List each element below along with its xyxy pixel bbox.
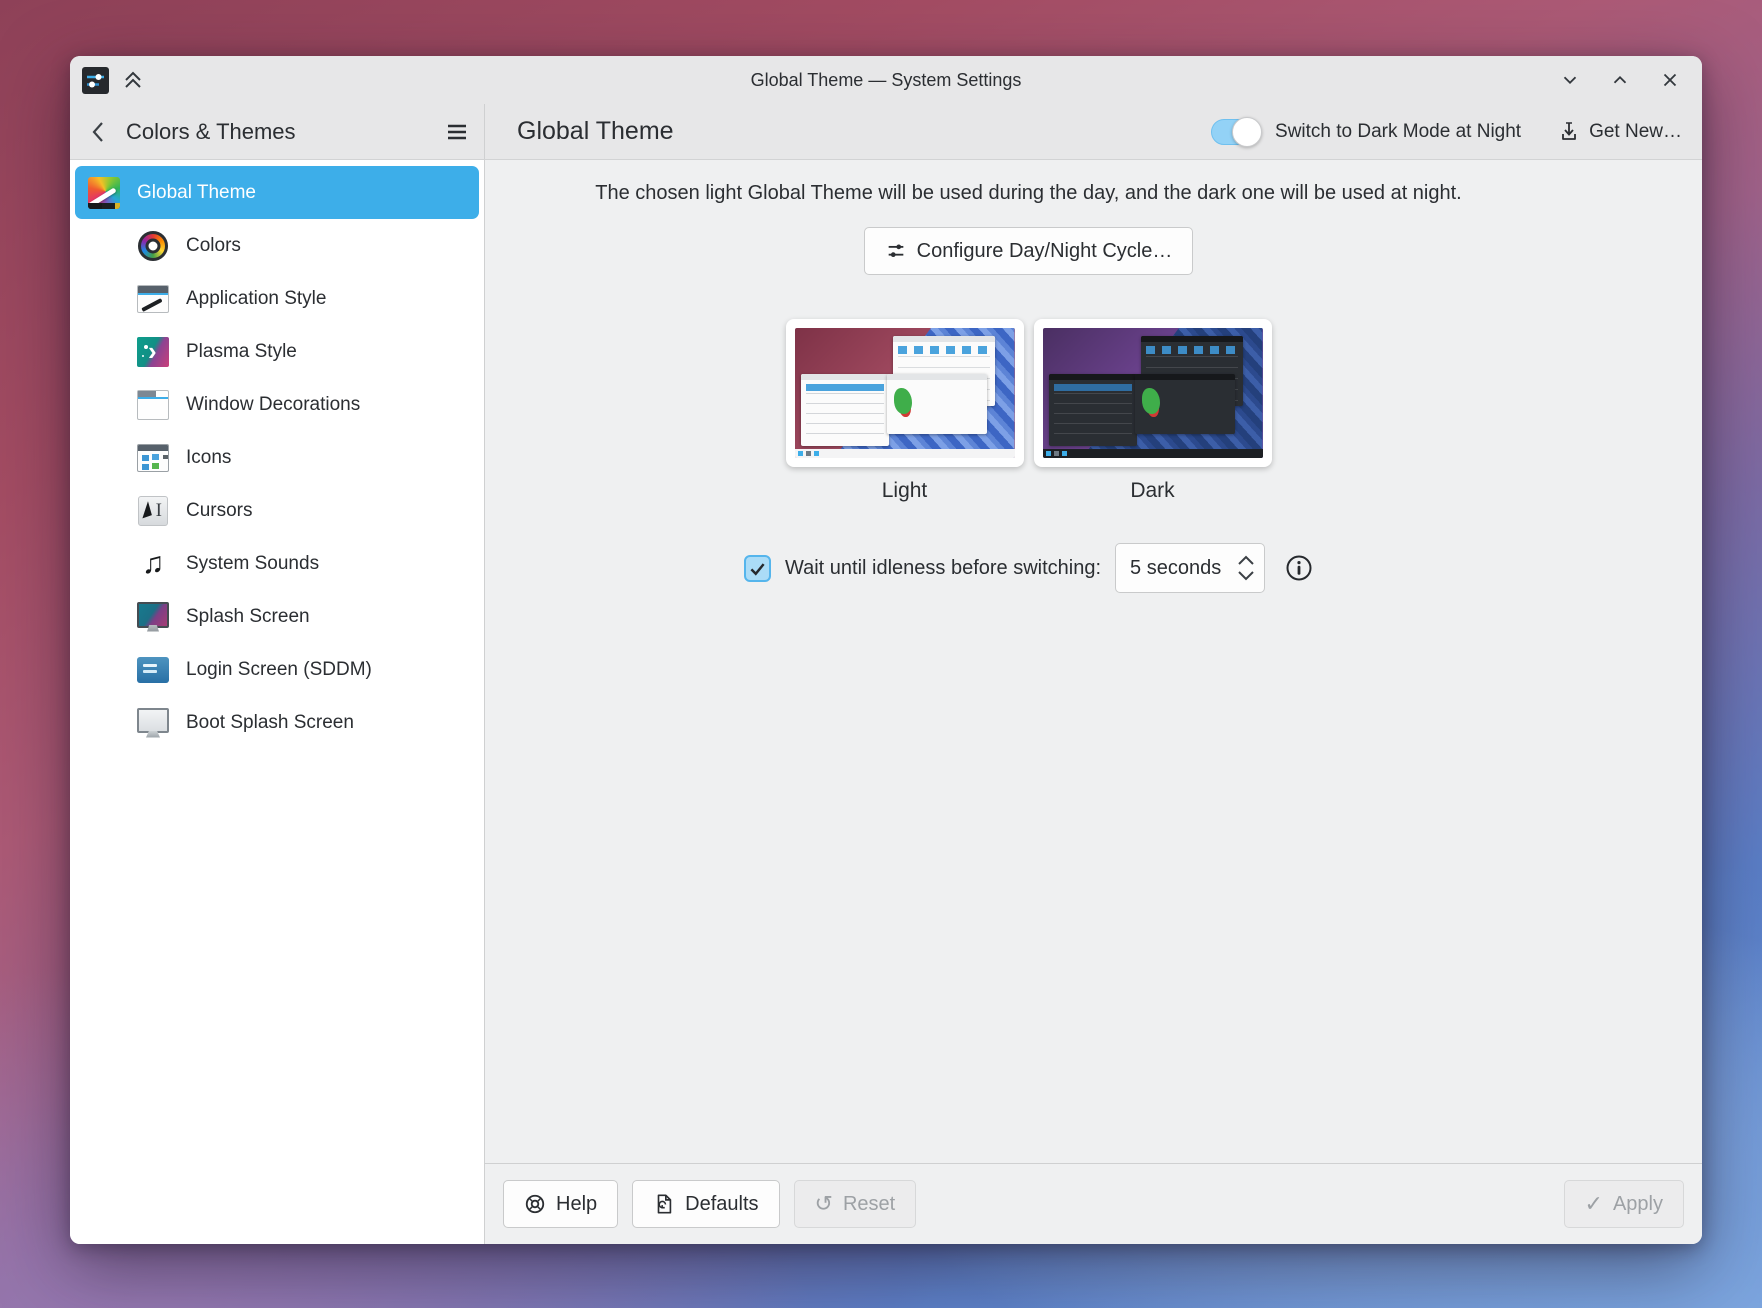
checkmark-icon — [747, 558, 768, 579]
keep-above-icon[interactable] — [121, 68, 145, 92]
dark-mode-night-toggle[interactable] — [1211, 119, 1261, 145]
page-title: Global Theme — [517, 117, 674, 146]
header-band: Colors & Themes Global Theme Switch to D… — [70, 104, 1702, 160]
desktop-wallpaper: Global Theme — System Settings Colors & — [0, 0, 1762, 1308]
sidebar-item-icons[interactable]: Icons — [75, 431, 479, 484]
sidebar-item-plasma-style[interactable]: Plasma Style — [75, 325, 479, 378]
sidebar-item-label: Boot Splash Screen — [186, 712, 354, 734]
splash-screen-icon — [137, 601, 169, 633]
idle-duration-spinbox[interactable]: 5 seconds — [1115, 543, 1265, 593]
spin-up-icon[interactable] — [1236, 554, 1256, 567]
cursors-icon — [137, 495, 169, 527]
defaults-button[interactable]: Defaults — [632, 1180, 779, 1228]
configure-button-label: Configure Day/Night Cycle… — [917, 240, 1173, 263]
light-theme-label: Light — [882, 479, 928, 503]
sidebar-item-label: Login Screen (SDDM) — [186, 659, 372, 681]
sidebar-header: Colors & Themes — [70, 104, 485, 159]
apply-button-label: Apply — [1613, 1193, 1663, 1216]
defaults-button-label: Defaults — [685, 1193, 758, 1216]
window-title: Global Theme — System Settings — [70, 70, 1702, 91]
defaults-document-icon — [653, 1193, 675, 1215]
sidebar-item-window-decorations[interactable]: Window Decorations — [75, 378, 479, 431]
toggle-knob — [1232, 117, 1262, 147]
sidebar-item-colors[interactable]: Colors — [75, 219, 479, 272]
idle-checkbox-label[interactable]: Wait until idleness before switching: — [785, 557, 1101, 580]
maximize-button[interactable] — [1608, 68, 1632, 92]
sidebar-item-application-style[interactable]: Application Style — [75, 272, 479, 325]
apply-check-icon: ✓ — [1585, 1193, 1603, 1215]
spin-down-icon[interactable] — [1236, 569, 1256, 582]
day-night-description: The chosen light Global Theme will be us… — [595, 182, 1461, 205]
sidebar-item-label: Window Decorations — [186, 394, 360, 416]
idle-duration-value[interactable]: 5 seconds — [1130, 557, 1226, 580]
sidebar-item-system-sounds[interactable]: ♫ System Sounds — [75, 537, 479, 590]
sidebar-item-login-screen[interactable]: Login Screen (SDDM) — [75, 643, 479, 696]
minimize-button[interactable] — [1558, 68, 1582, 92]
system-sounds-icon: ♫ — [137, 548, 169, 580]
sliders-icon — [885, 240, 907, 262]
close-button[interactable] — [1658, 68, 1682, 92]
back-icon[interactable] — [86, 119, 112, 145]
sidebar-item-label: Plasma Style — [186, 341, 297, 363]
page-header: Global Theme Switch to Dark Mode at Nigh… — [485, 104, 1702, 159]
window-decorations-icon — [137, 389, 169, 421]
main-content: The chosen light Global Theme will be us… — [485, 160, 1702, 1244]
sidebar-item-cursors[interactable]: Cursors — [75, 484, 479, 537]
dark-mode-night-toggle-label[interactable]: Switch to Dark Mode at Night — [1275, 121, 1521, 143]
dark-theme-thumbnail[interactable] — [1034, 319, 1272, 467]
footer-toolbar: Help Defaults ↺ Reset — [485, 1163, 1702, 1244]
hamburger-menu-icon[interactable] — [444, 119, 470, 145]
dark-theme-preview: Dark — [1034, 319, 1272, 503]
global-theme-icon — [88, 177, 120, 209]
reset-button-label: Reset — [843, 1193, 895, 1216]
help-button-label: Help — [556, 1193, 597, 1216]
download-icon — [1557, 120, 1581, 144]
get-new-label: Get New… — [1589, 121, 1682, 143]
colors-icon — [137, 230, 169, 262]
sidebar-item-label: Icons — [186, 447, 231, 469]
system-settings-app-icon — [82, 67, 109, 94]
login-screen-icon — [137, 654, 169, 686]
reset-undo-icon: ↺ — [815, 1193, 833, 1215]
help-button[interactable]: Help — [503, 1180, 618, 1228]
light-theme-preview: Light — [786, 319, 1024, 503]
info-icon[interactable] — [1285, 554, 1313, 582]
sidebar-item-splash-screen[interactable]: Splash Screen — [75, 590, 479, 643]
titlebar[interactable]: Global Theme — System Settings — [70, 56, 1702, 104]
plasma-style-icon — [137, 336, 169, 368]
sidebar-item-global-theme[interactable]: Global Theme — [75, 166, 479, 219]
idle-checkbox[interactable] — [744, 555, 771, 582]
sidebar-item-label: Cursors — [186, 500, 253, 522]
sidebar-item-label: Application Style — [186, 288, 326, 310]
get-new-button[interactable]: Get New… — [1557, 120, 1682, 144]
breadcrumb-category[interactable]: Colors & Themes — [126, 119, 430, 145]
reset-button[interactable]: ↺ Reset — [794, 1180, 917, 1228]
boot-splash-screen-icon — [137, 707, 169, 739]
application-style-icon — [137, 283, 169, 315]
icons-icon — [137, 442, 169, 474]
help-lifebuoy-icon — [524, 1193, 546, 1215]
sidebar-item-label: Global Theme — [137, 182, 256, 204]
apply-button[interactable]: ✓ Apply — [1564, 1180, 1684, 1228]
system-settings-window: Global Theme — System Settings Colors & — [70, 56, 1702, 1244]
sidebar-item-label: Colors — [186, 235, 241, 257]
sidebar-item-boot-splash-screen[interactable]: Boot Splash Screen — [75, 696, 479, 749]
sidebar-item-label: System Sounds — [186, 553, 319, 575]
sidebar: Global Theme Colors Application Style Pl… — [70, 160, 485, 1244]
light-theme-thumbnail[interactable] — [786, 319, 1024, 467]
configure-day-night-cycle-button[interactable]: Configure Day/Night Cycle… — [864, 227, 1194, 275]
dark-theme-label: Dark — [1130, 479, 1174, 503]
sidebar-item-label: Splash Screen — [186, 606, 310, 628]
